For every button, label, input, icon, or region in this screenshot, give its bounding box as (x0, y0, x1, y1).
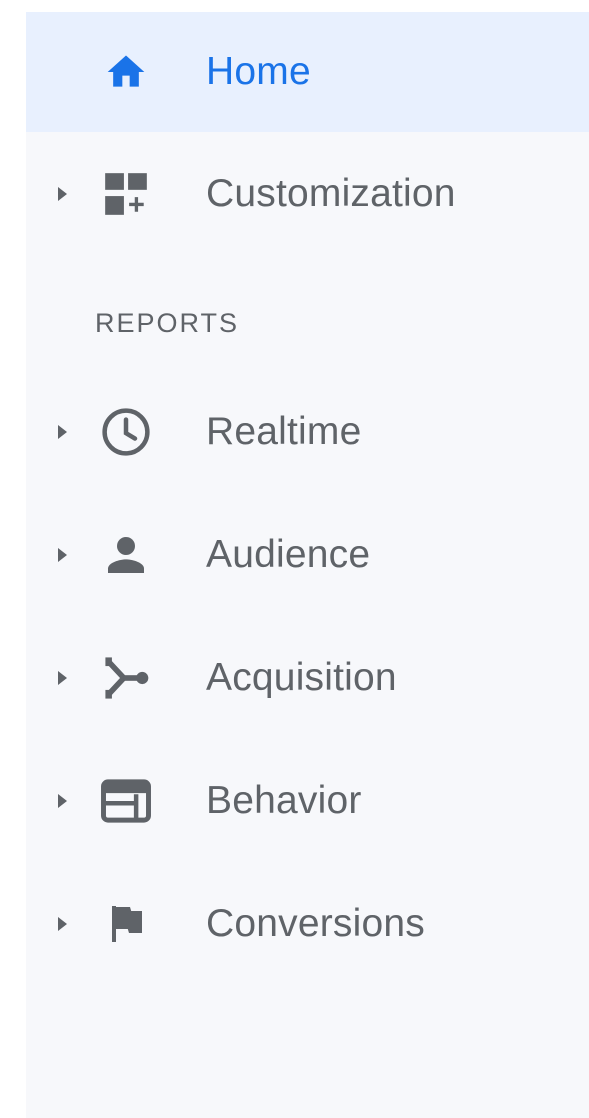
web-layout-icon (98, 773, 154, 829)
person-icon (98, 527, 154, 583)
home-icon (98, 44, 154, 100)
nav-item-label: Behavior (206, 779, 362, 822)
nav-item-audience[interactable]: Audience (26, 495, 589, 615)
dashboard-add-icon (98, 166, 154, 222)
expand-caret-icon[interactable] (58, 794, 67, 808)
sidebar-nav: Home Customization REPORTS Realtime Audi… (26, 12, 589, 1118)
expand-caret-icon[interactable] (58, 671, 67, 685)
expand-caret-icon[interactable] (58, 187, 67, 201)
nav-item-label: Home (206, 50, 311, 93)
nav-item-realtime[interactable]: Realtime (26, 372, 589, 492)
nav-item-acquisition[interactable]: Acquisition (26, 618, 589, 738)
reports-section-header: REPORTS (95, 308, 240, 338)
expand-caret-icon[interactable] (58, 425, 67, 439)
nav-item-label: Audience (206, 533, 371, 576)
clock-icon (98, 404, 154, 460)
nav-item-label: Conversions (206, 902, 425, 945)
nav-item-conversions[interactable]: Conversions (26, 864, 589, 984)
expand-caret-icon[interactable] (58, 548, 67, 562)
nav-item-label: Customization (206, 172, 456, 215)
nav-item-label: Acquisition (206, 656, 397, 699)
merge-arrows-icon (98, 650, 154, 706)
flag-icon (98, 896, 154, 952)
nav-item-label: Realtime (206, 410, 362, 453)
nav-item-customization[interactable]: Customization (26, 134, 589, 254)
nav-item-home[interactable]: Home (26, 12, 589, 132)
expand-caret-icon[interactable] (58, 917, 67, 931)
nav-item-behavior[interactable]: Behavior (26, 741, 589, 861)
